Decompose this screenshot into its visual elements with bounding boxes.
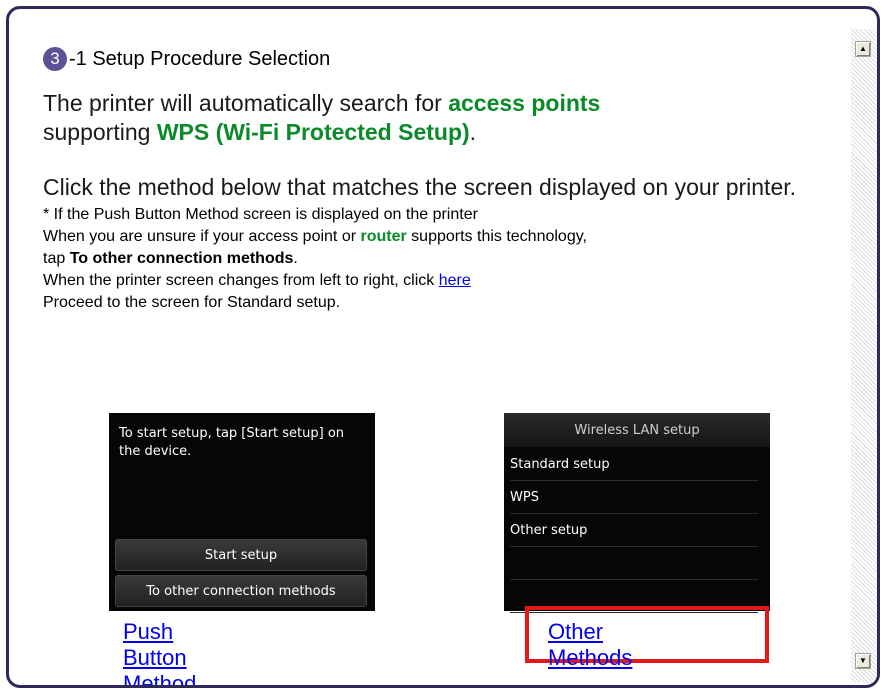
note-line-2a: When you are unsure if your access point… [43, 228, 361, 245]
intro-text: The printer will automatically search fo… [43, 89, 833, 147]
here-link[interactable]: here [439, 272, 471, 289]
wireless-lan-title: Wireless LAN setup [504, 413, 770, 447]
access-points-highlight: access points [448, 90, 601, 116]
step-number-badge: 3 [43, 47, 67, 71]
to-other-methods-text: To other connection methods [69, 250, 294, 267]
start-setup-button: Start setup [115, 539, 367, 571]
instruction-text: Click the method below that matches the … [43, 174, 797, 200]
intro-part2: supporting [43, 119, 157, 145]
step-title: -1 Setup Procedure Selection [69, 47, 331, 70]
other-methods-link[interactable]: Other Methods [548, 619, 632, 671]
scroll-down-arrow-icon[interactable]: ▼ [855, 653, 871, 669]
note-line-1: * If the Push Button Method screen is di… [43, 206, 478, 223]
push-screen-message: To start setup, tap [Start setup] on the… [119, 426, 345, 459]
menu-item-wps: WPS [510, 481, 758, 514]
wps-highlight: WPS (Wi-Fi Protected Setup) [156, 119, 470, 145]
setup-panel: ▲ ▼ 3 -1 Setup Procedure Selection The p… [6, 6, 880, 688]
router-highlight: router [360, 228, 407, 245]
other-methods-screen-image[interactable]: Wireless LAN setup Standard setup WPS Ot… [504, 413, 770, 613]
menu-item-other-setup: Other setup [510, 514, 758, 547]
scroll-up-arrow-icon[interactable]: ▲ [855, 41, 871, 57]
intro-part3: . [469, 119, 477, 145]
intro-part1: The printer will automatically search fo… [43, 90, 449, 116]
push-button-screen-image[interactable]: To start setup, tap [Start setup] on the… [109, 413, 375, 611]
note-line-2b: supports this technology, [406, 228, 587, 245]
other-connection-methods-button: To other connection methods [115, 575, 367, 607]
note-line-4: When the printer screen changes from lef… [43, 270, 833, 292]
menu-item-empty [510, 547, 758, 580]
push-button-method-link[interactable]: Push Button Method [123, 619, 196, 685]
note-line-3a: tap [43, 250, 70, 267]
note-line-2: When you are unsure if your access point… [43, 226, 833, 248]
note-line-3b: . [293, 250, 298, 267]
note-block: * If the Push Button Method screen is di… [43, 204, 833, 314]
note-line-4a: When the printer screen changes from lef… [43, 272, 439, 289]
main-content: 3 -1 Setup Procedure Selection The print… [43, 47, 833, 314]
vertical-scrollbar[interactable]: ▲ ▼ [851, 29, 877, 683]
note-line-5: Proceed to the screen for Standard setup… [43, 294, 341, 311]
menu-item-standard-setup: Standard setup [510, 448, 758, 481]
step-heading: 3 -1 Setup Procedure Selection [43, 47, 833, 71]
note-line-3: tap To other connection methods. [43, 248, 833, 270]
